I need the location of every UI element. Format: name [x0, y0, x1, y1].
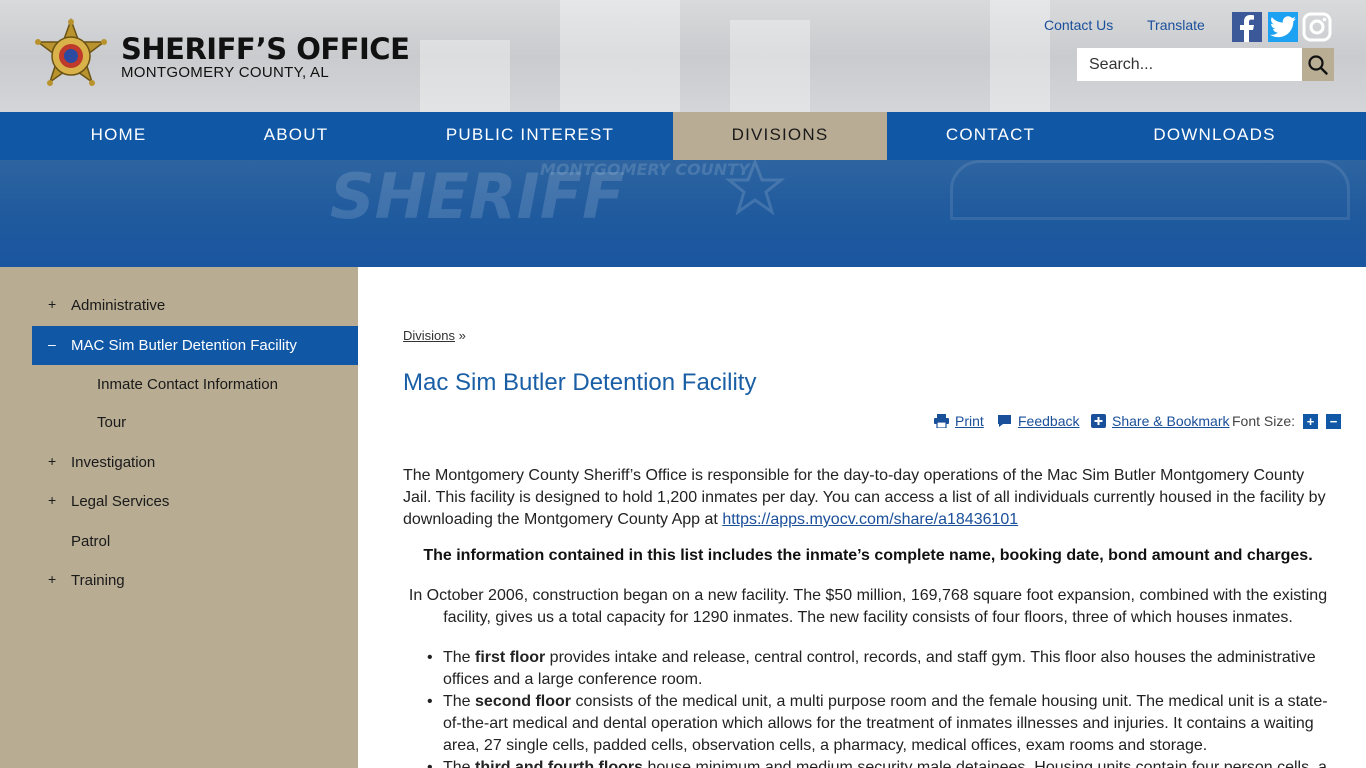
sidebar-item-label: Training	[71, 572, 125, 589]
sidebar-subitem-tour[interactable]: Tour	[97, 414, 126, 431]
nav-about[interactable]: ABOUT	[237, 112, 355, 160]
main-nav: HOME ABOUT PUBLIC INTEREST DIVISIONS CON…	[0, 112, 1366, 160]
facebook-icon[interactable]	[1232, 12, 1262, 42]
banner-county-text: MONTGOMERY COUNTY	[540, 160, 750, 179]
expand-icon[interactable]: +	[48, 492, 60, 508]
site-header: SHERIFF’S OFFICE MONTGOMERY COUNTY, AL C…	[0, 0, 1366, 112]
breadcrumb-separator: »	[458, 328, 466, 343]
sidebar-item-detention-facility[interactable]: – MAC Sim Butler Detention Facility	[32, 326, 358, 365]
sidebar-item-label: Patrol	[71, 533, 111, 550]
feedback-icon	[998, 415, 1011, 427]
search-input[interactable]	[1077, 48, 1303, 81]
nav-home[interactable]: HOME	[60, 112, 177, 160]
sidebar-item-label: Legal Services	[71, 493, 170, 510]
page-title: Mac Sim Butler Detention Facility	[403, 369, 757, 396]
header-photo-building	[730, 20, 810, 112]
sidebar-item-patrol[interactable]: Patrol	[32, 522, 358, 561]
share-bookmark-tool[interactable]: Share & Bookmark	[1091, 413, 1230, 429]
nav-divisions[interactable]: DIVISIONS	[673, 112, 887, 160]
feedback-tool[interactable]: Feedback	[997, 413, 1079, 429]
translate-link[interactable]: Translate	[1147, 17, 1205, 33]
floors-list: The first floor provides intake and rele…	[427, 647, 1333, 768]
font-size-label: Font Size:	[1232, 413, 1296, 429]
list-item: The third and fourth floors house minimu…	[427, 757, 1333, 768]
feedback-label: Feedback	[1018, 413, 1080, 429]
share-plus-icon	[1091, 414, 1106, 428]
header-photo-building	[560, 0, 680, 112]
twitter-icon[interactable]	[1268, 12, 1298, 42]
sidebar-item-training[interactable]: + Training	[32, 561, 358, 600]
app-share-link[interactable]: https://apps.myocv.com/share/a18436101	[722, 511, 1018, 528]
search-icon	[1308, 54, 1328, 75]
breadcrumb-divisions-link[interactable]: Divisions	[403, 328, 455, 343]
contact-us-link[interactable]: Contact Us	[1044, 17, 1113, 33]
print-icon	[934, 414, 949, 428]
header-photo-building	[420, 40, 510, 112]
print-label: Print	[955, 413, 984, 429]
logo-subtitle: MONTGOMERY COUNTY, AL	[121, 64, 330, 81]
sidebar-item-label: MAC Sim Butler Detention Facility	[71, 337, 297, 354]
search-button[interactable]	[1302, 48, 1334, 81]
font-decrease-button[interactable]: −	[1326, 413, 1342, 429]
font-increase-button[interactable]: +	[1303, 413, 1319, 429]
share-label: Share & Bookmark	[1112, 413, 1230, 429]
sidebar-item-administrative[interactable]: + Administrative	[32, 286, 358, 325]
sidebar-subitem-inmate-contact[interactable]: Inmate Contact Information	[97, 376, 278, 393]
sidebar: + Administrative – MAC Sim Butler Detent…	[0, 267, 358, 768]
list-item: The second floor consists of the medical…	[427, 691, 1333, 757]
expand-icon[interactable]: +	[48, 453, 60, 469]
list-info-statement: The information contained in this list i…	[423, 547, 1313, 564]
nav-contact[interactable]: CONTACT	[913, 112, 1068, 160]
construction-paragraph: In October 2006, construction began on a…	[408, 587, 1328, 626]
sheriff-badge-icon	[35, 18, 107, 86]
nav-downloads[interactable]: DOWNLOADS	[1118, 112, 1311, 160]
banner-star-icon	[725, 160, 785, 215]
banner-car-outline	[950, 160, 1350, 220]
main-content: Divisions » Mac Sim Butler Detention Fac…	[358, 267, 1366, 768]
instagram-icon[interactable]	[1302, 12, 1332, 42]
site-logo[interactable]: SHERIFF’S OFFICE MONTGOMERY COUNTY, AL	[32, 18, 410, 94]
sidebar-item-investigation[interactable]: + Investigation	[32, 443, 358, 482]
sidebar-item-legal-services[interactable]: + Legal Services	[32, 482, 358, 521]
font-size-tool: Font Size: + −	[1232, 413, 1342, 429]
collapse-icon[interactable]: –	[48, 336, 60, 352]
sidebar-item-label: Investigation	[71, 454, 156, 471]
nav-public-interest[interactable]: PUBLIC INTEREST	[415, 112, 645, 160]
hero-banner: SHERIFF MONTGOMERY COUNTY	[0, 160, 1366, 267]
sidebar-item-label: Administrative	[71, 297, 166, 314]
expand-icon[interactable]: +	[48, 571, 60, 587]
breadcrumb: Divisions »	[403, 328, 466, 343]
header-photo-building	[990, 0, 1050, 112]
print-tool[interactable]: Print	[934, 413, 984, 429]
intro-paragraph: The Montgomery County Sheriff’s Office i…	[403, 465, 1333, 531]
logo-title: SHERIFF’S OFFICE	[121, 32, 410, 66]
list-item: The first floor provides intake and rele…	[427, 647, 1333, 691]
expand-icon[interactable]: +	[48, 296, 60, 312]
